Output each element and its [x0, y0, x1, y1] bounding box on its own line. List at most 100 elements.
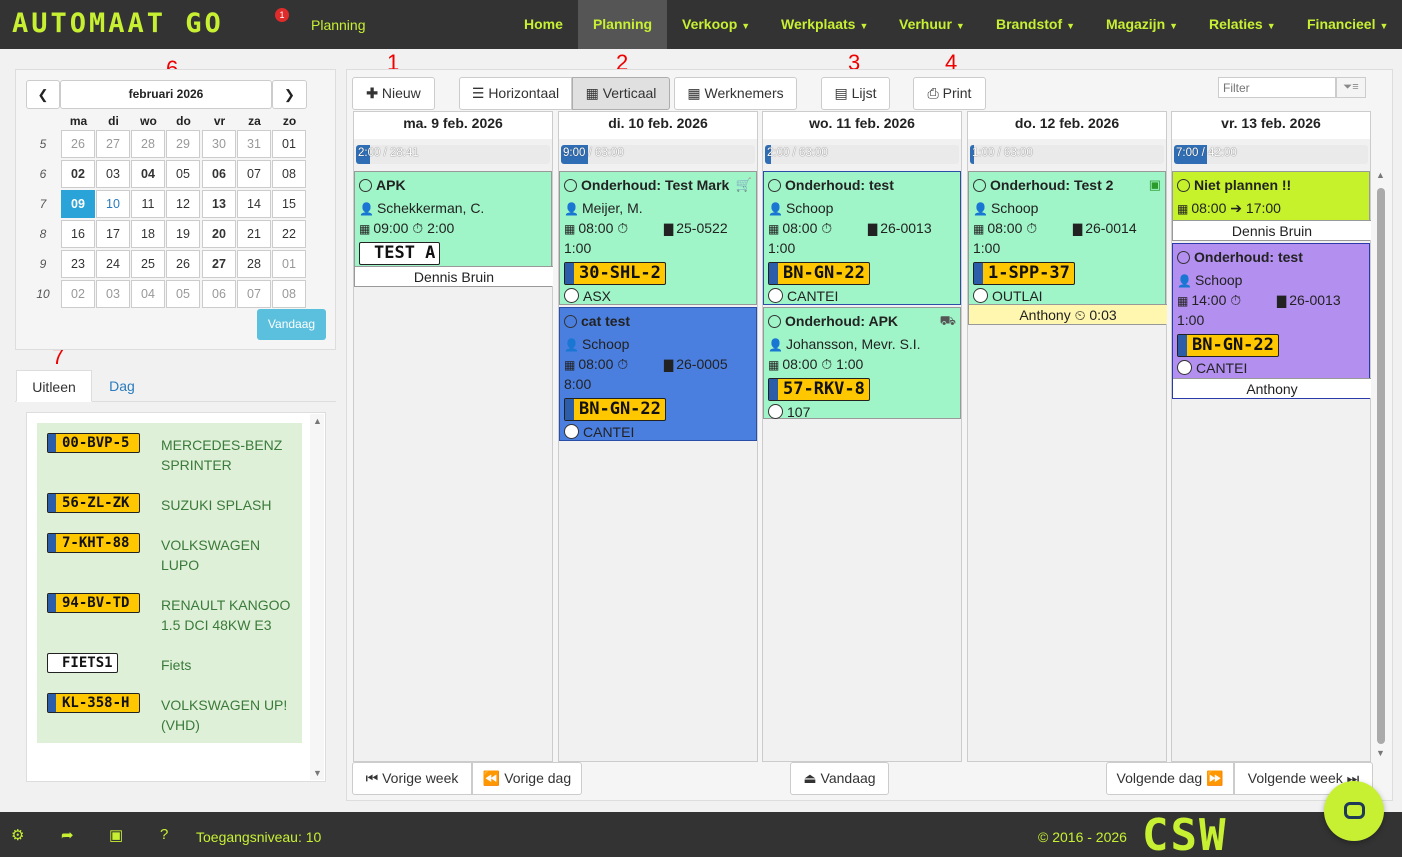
calendar-day[interactable]: 24 — [96, 250, 130, 278]
day-header[interactable]: do. 12 feb. 2026 — [968, 112, 1166, 139]
calendar-day[interactable]: 30 — [202, 130, 236, 158]
calendar-day[interactable]: 05 — [166, 280, 200, 308]
day-header[interactable]: ma. 9 feb. 2026 — [354, 112, 552, 139]
calendar-day[interactable]: 01 — [272, 130, 306, 158]
nav-brandstof[interactable]: Brandstof ▼ — [996, 0, 1075, 49]
prev-day-button[interactable]: ⏪ Vorige dag — [472, 762, 582, 795]
list-item[interactable]: 94-BV-TD RENAULT KANGOO 1.5 DCI 48KW E3 — [37, 593, 302, 633]
calendar-day[interactable]: 06 — [202, 280, 236, 308]
calendar-day[interactable]: 17 — [96, 220, 130, 248]
horizontal-view-button[interactable]: ☰ Horizontaal — [459, 77, 572, 110]
share-icon[interactable]: ➦ — [61, 826, 74, 844]
calendar-day[interactable]: 29 — [166, 130, 200, 158]
calendar-day[interactable]: 22 — [272, 220, 306, 248]
calendar-day[interactable]: 05 — [166, 160, 200, 188]
notification-badge[interactable]: 1 — [275, 8, 289, 22]
list-button[interactable]: ▤ Lijst — [821, 77, 890, 110]
calendar-day[interactable]: 08 — [272, 280, 306, 308]
tab-uitleen[interactable]: Uitleen — [16, 370, 92, 402]
planning-scrollbar[interactable]: ▲ ▼ — [1375, 170, 1387, 762]
gear-icon[interactable]: ⚙ — [11, 826, 24, 844]
status-circle-icon[interactable] — [1177, 179, 1190, 192]
day-header[interactable]: wo. 11 feb. 2026 — [763, 112, 961, 139]
filter-input[interactable] — [1218, 77, 1336, 98]
calendar-day[interactable]: 12 — [166, 190, 200, 218]
calendar-day[interactable]: 27 — [96, 130, 130, 158]
day-header[interactable]: di. 10 feb. 2026 — [559, 112, 757, 139]
calendar-day[interactable]: 07 — [237, 160, 271, 188]
status-circle-icon[interactable] — [564, 179, 577, 192]
calendar-day[interactable]: 19 — [166, 220, 200, 248]
calendar-day[interactable]: 11 — [131, 190, 165, 218]
calendar-today-button[interactable]: Vandaag — [257, 309, 326, 340]
nav-magazijn[interactable]: Magazijn ▼ — [1106, 0, 1178, 49]
calendar-month-title[interactable]: februari 2026 — [60, 80, 272, 109]
employees-view-button[interactable]: ▦ Werknemers — [674, 77, 797, 110]
print-button[interactable]: ⎙ Print — [913, 77, 986, 110]
status-circle-icon[interactable] — [768, 179, 781, 192]
appointment-card[interactable]: Onderhoud: APK ⛟ 👤 Johansson, Mevr. S.I. ▦ 08… — [763, 307, 961, 420]
calendar-icon[interactable]: ▣ — [109, 826, 123, 844]
app-logo[interactable]: AUTOMAAT GO — [12, 8, 224, 39]
appointment-card[interactable]: Onderhoud: test 👤 Schoop ▦ 14:00 ⏱ ▇ 26-0013 1:… — [1172, 243, 1371, 399]
calendar-day[interactable]: 31 — [237, 130, 271, 158]
calendar-day[interactable]: 27 — [202, 250, 236, 278]
list-item[interactable]: 7-KHT-88 VOLKSWAGEN LUPO — [37, 533, 302, 573]
calendar-day[interactable]: 16 — [61, 220, 95, 248]
calendar-day[interactable]: 21 — [237, 220, 271, 248]
scroll-up-icon[interactable]: ▲ — [1376, 170, 1385, 180]
filter-clear-button[interactable]: ⏷≡ — [1336, 77, 1366, 98]
list-item[interactable]: 00-BVP-5 MERCEDES-BENZ SPRINTER — [37, 433, 302, 473]
vertical-view-button[interactable]: ▦ Verticaal — [572, 77, 670, 110]
appointment-card[interactable]: Niet plannen !! ▦ 08:00 ➔ 17:00 Dennis Brui… — [1172, 171, 1371, 241]
nav-home[interactable]: Home — [524, 0, 563, 49]
calendar-day[interactable]: 28 — [131, 130, 165, 158]
list-item[interactable]: KL-358-H VOLKSWAGEN UP! (VHD) — [37, 693, 302, 733]
calendar-day[interactable]: 26 — [61, 130, 95, 158]
nav-financieel[interactable]: Financieel ▼ — [1307, 0, 1388, 49]
scroll-thumb[interactable] — [1377, 188, 1385, 744]
calendar-day[interactable]: 26 — [166, 250, 200, 278]
status-circle-icon[interactable] — [973, 179, 986, 192]
calendar-day[interactable]: 07 — [237, 280, 271, 308]
calendar-day[interactable]: 23 — [61, 250, 95, 278]
scroll-down-icon[interactable]: ▼ — [1376, 748, 1385, 758]
tab-dag[interactable]: Dag — [99, 370, 145, 402]
today-button[interactable]: ⏏ Vandaag — [790, 762, 889, 795]
nav-verhuur[interactable]: Verhuur ▼ — [899, 0, 965, 49]
calendar-day[interactable]: 08 — [272, 160, 306, 188]
prev-month-button[interactable]: ❮ — [26, 80, 60, 109]
status-circle-icon[interactable] — [1177, 251, 1190, 264]
scroll-down-icon[interactable]: ▼ — [313, 768, 322, 778]
calendar-day[interactable]: 14 — [237, 190, 271, 218]
calendar-day[interactable]: 01 — [272, 250, 306, 278]
calendar-day[interactable]: 28 — [237, 250, 271, 278]
calendar-day[interactable]: 03 — [96, 160, 130, 188]
calendar-day[interactable]: 03 — [96, 280, 130, 308]
nav-werkplaats[interactable]: Werkplaats ▼ — [781, 0, 868, 49]
status-circle-icon[interactable] — [359, 179, 372, 192]
day-header[interactable]: vr. 13 feb. 2026 — [1172, 112, 1370, 139]
scroll-up-icon[interactable]: ▲ — [313, 416, 322, 426]
status-circle-icon[interactable] — [564, 315, 577, 328]
help-icon[interactable]: ? — [160, 826, 168, 843]
calendar-day[interactable]: 10 — [96, 190, 130, 218]
calendar-day[interactable]: 20 — [202, 220, 236, 248]
calendar-day[interactable]: 25 — [131, 250, 165, 278]
calendar-day[interactable]: 13 — [202, 190, 236, 218]
calendar-day[interactable]: 06 — [202, 160, 236, 188]
calendar-day[interactable]: 04 — [131, 280, 165, 308]
next-month-button[interactable]: ❯ — [272, 80, 307, 109]
calendar-day[interactable]: 09 — [61, 190, 95, 218]
appointment-card[interactable]: Onderhoud: Test 2 ▣ 👤 Schoop ▦ 08:00 ⏱ ▇ 26-001… — [968, 171, 1167, 325]
appointment-card[interactable]: Onderhoud: test 👤 Schoop ▦ 08:00 ⏱ ▇ 26-0013 1:… — [763, 171, 961, 305]
new-button[interactable]: ✚ Nieuw — [352, 77, 435, 110]
nav-verkoop[interactable]: Verkoop ▼ — [682, 0, 750, 49]
appointment-card[interactable]: cat test 👤 Schoop ▦ 08:00 ⏱ ▇ 26-0005 8:00 BN-GN… — [559, 307, 757, 441]
calendar-day[interactable]: 18 — [131, 220, 165, 248]
list-item[interactable]: 56-ZL-ZK SUZUKI SPLASH — [37, 493, 302, 533]
calendar-day[interactable]: 04 — [131, 160, 165, 188]
calendar-day[interactable]: 02 — [61, 160, 95, 188]
list-item[interactable]: FIETS1 Fiets — [37, 653, 302, 693]
status-circle-icon[interactable] — [768, 315, 781, 328]
